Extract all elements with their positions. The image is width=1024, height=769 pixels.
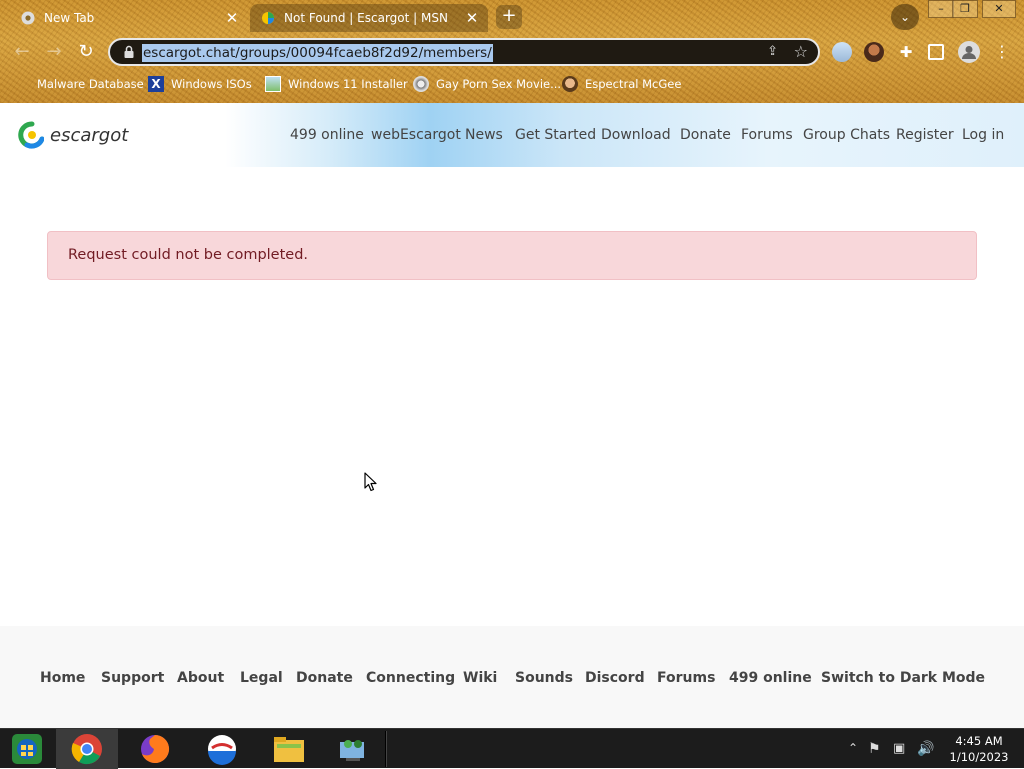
footer-donate[interactable]: Donate <box>296 670 353 686</box>
restore-icon[interactable]: ❐ <box>952 0 978 18</box>
forward-arrow-icon[interactable]: → <box>42 40 66 64</box>
bookmark-malware-database[interactable]: Malware Database <box>14 74 144 94</box>
taskbar-file-explorer-icon[interactable] <box>258 729 320 769</box>
clock-date: 1/10/2023 <box>949 750 1009 764</box>
face-icon <box>562 76 578 92</box>
show-hidden-icons-icon[interactable]: ⌃ <box>848 741 858 755</box>
nav-group-chats[interactable]: Group Chats <box>803 127 890 143</box>
bookmark-star-icon[interactable]: ☆ <box>794 42 808 61</box>
nav-webescargot[interactable]: webEscargot <box>371 127 461 143</box>
new-tab-button[interactable]: + <box>496 5 522 29</box>
bookmark-windows-11-installer[interactable]: Windows 11 Installer <box>265 74 408 94</box>
url-text[interactable]: escargot.chat/groups/00094fcaeb8f2d92/me… <box>142 44 493 62</box>
close-icon[interactable]: ✕ <box>464 10 480 26</box>
close-window-icon[interactable]: ✕ <box>982 0 1016 18</box>
side-panel-icon[interactable] <box>928 44 944 60</box>
nav-register[interactable]: Register <box>896 127 954 143</box>
menu-kebab-icon[interactable]: ⋮ <box>990 40 1014 64</box>
bookmarks-bar: Malware Database X Windows ISOs Windows … <box>0 72 1024 96</box>
puzzle-icon[interactable]: ✚ <box>896 42 916 62</box>
extension-avatar-icon[interactable] <box>864 42 884 62</box>
reload-icon[interactable]: ↻ <box>74 40 98 64</box>
browser-chrome: New Tab ✕ Not Found | Escargot | MSN Me … <box>0 0 1024 103</box>
footer-legal[interactable]: Legal <box>240 670 283 686</box>
taskbar-network-users-icon[interactable] <box>322 729 384 769</box>
taskbar: ⌃ ⚑ ▣ 🔊 4:45 AM 1/10/2023 <box>0 728 1024 769</box>
network-icon[interactable]: ▣ <box>893 741 905 756</box>
escargot-favicon-icon <box>260 10 276 26</box>
nav-forums[interactable]: Forums <box>741 127 793 143</box>
site-brand: escargot <box>50 124 129 146</box>
nav-download[interactable]: Download <box>601 127 671 143</box>
start-orb-icon[interactable] <box>0 729 54 769</box>
taskbar-chrome-icon[interactable] <box>56 729 118 769</box>
site-logo[interactable]: escargot <box>18 121 128 149</box>
back-arrow-icon[interactable]: ← <box>10 40 34 64</box>
nav-log-in[interactable]: Log in <box>962 127 1004 143</box>
tab-escargot[interactable]: Not Found | Escargot | MSN Me ✕ <box>250 4 488 32</box>
tab-strip: New Tab ✕ Not Found | Escargot | MSN Me … <box>0 0 1024 34</box>
nav-online-count[interactable]: 499 online <box>290 127 364 143</box>
bookmark-gay-porn-sex-movie[interactable]: Gay Porn Sex Movie... <box>413 74 561 94</box>
bookmark-label: Windows ISOs <box>171 77 252 91</box>
chrome-icon <box>20 10 36 26</box>
bookmark-windows-isos[interactable]: X Windows ISOs <box>148 74 252 94</box>
close-icon[interactable]: ✕ <box>224 10 240 26</box>
lock-icon <box>124 45 134 58</box>
system-clock[interactable]: 4:45 AM 1/10/2023 <box>946 733 1012 765</box>
tab-title: Not Found | Escargot | MSN Me <box>284 11 452 25</box>
footer-sounds[interactable]: Sounds <box>515 670 573 686</box>
minimize-icon[interactable]: – <box>928 0 954 18</box>
footer-discord[interactable]: Discord <box>585 670 645 686</box>
escargot-logo-icon <box>18 121 44 149</box>
film-icon <box>413 76 429 92</box>
footer-dark-mode-toggle[interactable]: Switch to Dark Mode <box>821 670 985 686</box>
bookmark-label: Windows 11 Installer <box>288 77 408 91</box>
footer-about[interactable]: About <box>177 670 224 686</box>
error-alert: Request could not be completed. <box>47 231 977 280</box>
blank-icon <box>14 76 30 92</box>
tab-new-tab[interactable]: New Tab ✕ <box>10 4 248 32</box>
footer-forums[interactable]: Forums <box>657 670 715 686</box>
chevron-down-icon[interactable]: ⌄ <box>891 4 919 30</box>
footer-connecting[interactable]: Connecting <box>366 670 455 686</box>
nav-news[interactable]: News <box>465 127 503 143</box>
taskbar-firefox-icon[interactable] <box>124 729 186 769</box>
mouse-cursor-icon <box>364 472 377 492</box>
footer-home[interactable]: Home <box>40 670 85 686</box>
footer-online-count[interactable]: 499 online <box>729 670 812 686</box>
taskbar-msn-messenger-icon[interactable] <box>191 729 253 769</box>
taskbar-separator <box>385 731 387 767</box>
address-bar[interactable]: escargot.chat/groups/00094fcaeb8f2d92/me… <box>108 38 820 66</box>
browser-toolbar: ← → ↻ escargot.chat/groups/00094fcaeb8f2… <box>0 34 1024 70</box>
clock-time: 4:45 AM <box>955 734 1003 748</box>
image-icon <box>265 76 281 92</box>
bookmark-espectral-mcgee[interactable]: Espectral McGee <box>562 74 681 94</box>
share-icon[interactable]: ⇪ <box>767 44 778 59</box>
footer-wiki[interactable]: Wiki <box>463 670 497 686</box>
x-icon: X <box>148 76 164 92</box>
bookmark-label: Malware Database <box>37 77 144 91</box>
bookmark-label: Gay Porn Sex Movie... <box>436 77 562 91</box>
footer-support[interactable]: Support <box>101 670 164 686</box>
extension-globe-icon[interactable] <box>832 42 852 62</box>
bookmark-label: Espectral McGee <box>585 77 682 91</box>
volume-icon[interactable]: 🔊 <box>917 741 934 757</box>
error-message: Request could not be completed. <box>68 247 309 263</box>
tab-title: New Tab <box>44 11 95 25</box>
profile-icon[interactable] <box>958 41 980 63</box>
nav-donate[interactable]: Donate <box>680 127 731 143</box>
site-header: escargot 499 online webEscargot News Get… <box>0 103 1024 167</box>
site-footer: Home Support About Legal Donate Connecti… <box>0 626 1024 728</box>
nav-get-started[interactable]: Get Started <box>515 127 596 143</box>
action-center-flag-icon[interactable]: ⚑ <box>868 741 881 757</box>
